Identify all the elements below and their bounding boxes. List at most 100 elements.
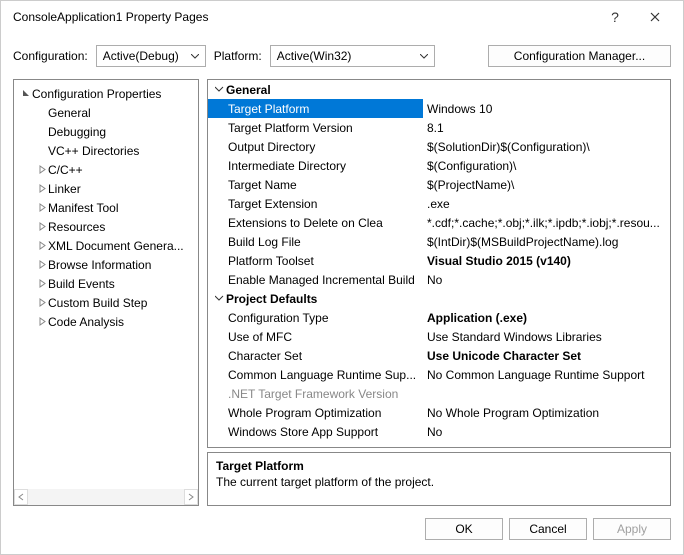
nav-tree[interactable]: Configuration Properties General Debuggin… — [13, 79, 199, 506]
tree-item-label: VC++ Directories — [48, 144, 139, 158]
property-name: Output Directory — [208, 137, 423, 156]
expander-closed-icon[interactable] — [36, 260, 48, 269]
property-value[interactable]: No Common Language Runtime Support — [423, 365, 670, 384]
scroll-track[interactable] — [28, 489, 184, 505]
property-name: Configuration Type — [208, 308, 423, 327]
tree-item[interactable]: Build Events — [14, 274, 198, 293]
property-value[interactable]: No — [423, 270, 670, 289]
expander-closed-icon[interactable] — [36, 165, 48, 174]
property-row[interactable]: Target PlatformWindows 10 — [208, 99, 670, 118]
tree-item[interactable]: VC++ Directories — [14, 141, 198, 160]
property-row[interactable]: Configuration TypeApplication (.exe) — [208, 308, 670, 327]
property-row[interactable]: Character SetUse Unicode Character Set — [208, 346, 670, 365]
tree-item[interactable]: General — [14, 103, 198, 122]
help-button[interactable]: ? — [595, 3, 635, 31]
configuration-combo[interactable]: Active(Debug) — [96, 45, 206, 67]
property-row[interactable]: Extensions to Delete on Clea*.cdf;*.cach… — [208, 213, 670, 232]
property-value[interactable]: Visual Studio 2015 (v140) — [423, 251, 670, 270]
property-name: Character Set — [208, 346, 423, 365]
property-value[interactable]: *.cdf;*.cache;*.obj;*.ilk;*.ipdb;*.iobj;… — [423, 213, 670, 232]
tree-horizontal-scrollbar[interactable] — [14, 489, 198, 505]
expander-closed-icon[interactable] — [36, 241, 48, 250]
property-row[interactable]: Intermediate Directory$(Configuration)\ — [208, 156, 670, 175]
description-title: Target Platform — [216, 459, 662, 473]
property-name: Enable Managed Incremental Build — [208, 270, 423, 289]
right-panel: GeneralTarget PlatformWindows 10Target P… — [207, 79, 671, 506]
tree-item[interactable]: XML Document Genera... — [14, 236, 198, 255]
tree-item-label: Code Analysis — [48, 315, 124, 329]
description-text: The current target platform of the proje… — [216, 475, 662, 489]
property-row[interactable]: Windows Store App SupportNo — [208, 422, 670, 441]
close-button[interactable] — [635, 3, 675, 31]
tree-item[interactable]: Code Analysis — [14, 312, 198, 331]
property-value[interactable]: 8.1 — [423, 118, 670, 137]
expander-open-icon[interactable] — [212, 85, 226, 94]
property-row[interactable]: Build Log File$(IntDir)$(MSBuildProjectN… — [208, 232, 670, 251]
expander-closed-icon[interactable] — [36, 317, 48, 326]
property-name: Extensions to Delete on Clea — [208, 213, 423, 232]
expander-open-icon[interactable] — [212, 294, 226, 303]
property-value[interactable]: No — [423, 422, 670, 441]
scroll-right-button[interactable] — [184, 489, 198, 505]
tree-item-label: C/C++ — [48, 163, 83, 177]
property-value[interactable]: $(Configuration)\ — [423, 156, 670, 175]
scroll-left-button[interactable] — [14, 489, 28, 505]
expander-closed-icon[interactable] — [36, 203, 48, 212]
tree-item[interactable]: Linker — [14, 179, 198, 198]
expander-closed-icon[interactable] — [36, 222, 48, 231]
tree-item[interactable]: Custom Build Step — [14, 293, 198, 312]
property-row[interactable]: Target Name$(ProjectName)\ — [208, 175, 670, 194]
expander-open-icon[interactable] — [20, 89, 32, 98]
property-grid[interactable]: GeneralTarget PlatformWindows 10Target P… — [207, 79, 671, 448]
property-row[interactable]: Enable Managed Incremental BuildNo — [208, 270, 670, 289]
property-row[interactable]: Output Directory$(SolutionDir)$(Configur… — [208, 137, 670, 156]
property-row[interactable]: Whole Program OptimizationNo Whole Progr… — [208, 403, 670, 422]
ok-button[interactable]: OK — [425, 518, 503, 540]
tree-item[interactable]: Browse Information — [14, 255, 198, 274]
property-row[interactable]: .NET Target Framework Version — [208, 384, 670, 403]
property-value[interactable]: $(IntDir)$(MSBuildProjectName).log — [423, 232, 670, 251]
tree-item[interactable]: Resources — [14, 217, 198, 236]
property-value[interactable] — [423, 384, 670, 403]
property-row[interactable]: Platform ToolsetVisual Studio 2015 (v140… — [208, 251, 670, 270]
property-value[interactable]: Use Standard Windows Libraries — [423, 327, 670, 346]
property-name: Target Name — [208, 175, 423, 194]
apply-button[interactable]: Apply — [593, 518, 671, 540]
tree-root[interactable]: Configuration Properties — [14, 84, 198, 103]
property-row[interactable]: Target Extension.exe — [208, 194, 670, 213]
expander-closed-icon[interactable] — [36, 184, 48, 193]
property-name: Target Extension — [208, 194, 423, 213]
platform-value: Active(Win32) — [277, 49, 352, 63]
help-icon: ? — [611, 9, 619, 25]
tree-item[interactable]: Debugging — [14, 122, 198, 141]
expander-closed-icon[interactable] — [36, 298, 48, 307]
tree-item-label: Debugging — [48, 125, 106, 139]
property-value[interactable]: Windows 10 — [423, 99, 670, 118]
property-row[interactable]: Common Language Runtime Sup...No Common … — [208, 365, 670, 384]
property-value[interactable]: .exe — [423, 194, 670, 213]
property-row[interactable]: Target Platform Version8.1 — [208, 118, 670, 137]
property-value[interactable]: $(ProjectName)\ — [423, 175, 670, 194]
configuration-manager-button[interactable]: Configuration Manager... — [488, 45, 671, 67]
platform-combo[interactable]: Active(Win32) — [270, 45, 435, 67]
tree-item-label: Custom Build Step — [48, 296, 147, 310]
property-value[interactable]: Use Unicode Character Set — [423, 346, 670, 365]
tree-item-label: Browse Information — [48, 258, 151, 272]
body-area: Configuration Properties General Debuggin… — [1, 79, 683, 514]
property-row[interactable]: Use of MFCUse Standard Windows Libraries — [208, 327, 670, 346]
platform-label: Platform: — [214, 49, 262, 63]
property-value[interactable]: Application (.exe) — [423, 308, 670, 327]
configuration-label: Configuration: — [13, 49, 88, 63]
group-header[interactable]: General — [208, 80, 670, 99]
expander-closed-icon[interactable] — [36, 279, 48, 288]
group-header[interactable]: Project Defaults — [208, 289, 670, 308]
property-value[interactable]: $(SolutionDir)$(Configuration)\ — [423, 137, 670, 156]
tree-item[interactable]: C/C++ — [14, 160, 198, 179]
property-name: Use of MFC — [208, 327, 423, 346]
property-name: Common Language Runtime Sup... — [208, 365, 423, 384]
tree-item[interactable]: Manifest Tool — [14, 198, 198, 217]
cancel-button[interactable]: Cancel — [509, 518, 587, 540]
tree-item-label: Linker — [48, 182, 81, 196]
tree-item-label: Build Events — [48, 277, 115, 291]
property-value[interactable]: No Whole Program Optimization — [423, 403, 670, 422]
